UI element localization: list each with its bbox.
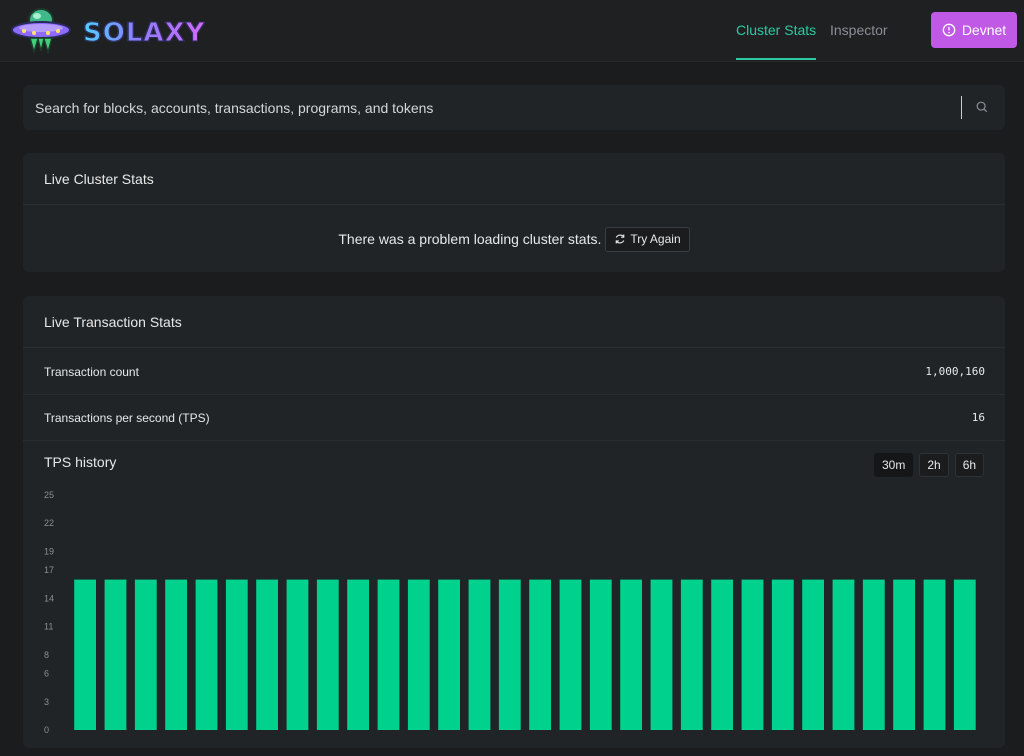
y-tick-label: 8 [44, 650, 49, 660]
tps-bar[interactable] [620, 579, 642, 730]
try-again-button[interactable]: Try Again [605, 226, 690, 252]
tps-bar[interactable] [832, 579, 855, 730]
brand-name: SOLAXY [82, 18, 206, 49]
tps-bar[interactable] [953, 579, 976, 730]
tps-bar[interactable] [195, 579, 218, 730]
y-tick-label: 11 [44, 622, 53, 632]
tps-history-chart: 0 3 6 8 11 14 17 19 22 25 [44, 490, 976, 735]
search-input[interactable] [23, 85, 953, 130]
y-tick-label: 3 [44, 697, 49, 707]
range-selector: 30m 2h 6h [874, 453, 985, 477]
stat-value: 16 [971, 411, 985, 424]
nav-inspector[interactable]: Inspector [830, 22, 888, 38]
tps-bar[interactable] [438, 579, 460, 730]
y-tick-label: 6 [44, 669, 49, 679]
transaction-stats-title: Live Transaction Stats [23, 296, 1005, 348]
tps-bar[interactable] [468, 579, 491, 730]
alert-circle-icon [942, 23, 956, 37]
active-nav-indicator [736, 58, 816, 60]
ufo-icon [11, 8, 71, 55]
tps-bar[interactable] [923, 579, 946, 730]
tps-history-title: TPS history [44, 454, 117, 470]
tps-bar[interactable] [165, 579, 187, 730]
tps-bar[interactable] [498, 579, 521, 730]
network-label: Devnet [961, 22, 1007, 38]
stat-label: Transaction count [44, 364, 139, 379]
tps-bar[interactable] [771, 579, 794, 730]
tps-bar[interactable] [256, 579, 278, 730]
tps-bar[interactable] [225, 579, 248, 730]
tps-bar[interactable] [589, 579, 612, 730]
stat-label: Transactions per second (TPS) [44, 410, 210, 425]
tps-bar[interactable] [893, 579, 915, 730]
search-divider [961, 96, 962, 119]
tps-bar[interactable] [559, 579, 582, 730]
logo[interactable]: SOLAXY [10, 6, 205, 56]
range-30m-button[interactable]: 30m [874, 453, 914, 477]
nav-cluster-stats[interactable]: Cluster Stats [736, 22, 816, 38]
tps-bar[interactable] [316, 579, 339, 730]
search-bar [23, 85, 1005, 130]
tps-bar[interactable] [407, 579, 430, 730]
tps-bar[interactable] [650, 579, 673, 730]
y-tick-label: 14 [44, 593, 54, 603]
tps-bar[interactable] [377, 579, 400, 730]
cluster-stats-error: There was a problem loading cluster stat… [23, 206, 1005, 272]
tps-bar[interactable] [74, 579, 96, 730]
search-icon[interactable] [975, 100, 989, 114]
network-selector-button[interactable]: Devnet [931, 12, 1017, 48]
range-2h-button[interactable]: 2h [919, 453, 949, 477]
y-tick-label: 0 [44, 725, 49, 735]
y-tick-label: 22 [44, 518, 54, 528]
tps-bar[interactable] [802, 579, 824, 730]
stat-row-transaction-count: Transaction count 1,000,160 [23, 349, 1005, 395]
tps-bar[interactable] [862, 579, 885, 730]
try-again-label: Try Again [630, 232, 681, 246]
tps-bar[interactable] [711, 579, 733, 730]
refresh-icon [616, 234, 625, 244]
tps-bar[interactable] [347, 579, 369, 730]
tps-bar[interactable] [104, 579, 127, 730]
error-message: There was a problem loading cluster stat… [338, 231, 602, 247]
transaction-stats-card: Live Transaction Stats Transaction count… [23, 296, 1005, 748]
stat-row-tps: Transactions per second (TPS) 16 [23, 395, 1005, 441]
top-header: SOLAXY Cluster Stats Inspector Devnet [0, 0, 1024, 62]
cluster-stats-title: Live Cluster Stats [23, 153, 1005, 205]
range-6h-button[interactable]: 6h [954, 453, 985, 477]
y-tick-label: 25 [44, 490, 54, 500]
stat-value: 1,000,160 [925, 365, 985, 378]
cluster-stats-card: Live Cluster Stats There was a problem l… [23, 153, 1005, 272]
tps-bar[interactable] [741, 579, 764, 730]
tps-bar[interactable] [286, 579, 309, 730]
tps-bar[interactable] [134, 579, 157, 730]
y-tick-label: 19 [44, 546, 54, 556]
tps-bar[interactable] [680, 579, 703, 730]
y-tick-label: 17 [44, 565, 54, 575]
tps-bar[interactable] [529, 579, 551, 730]
